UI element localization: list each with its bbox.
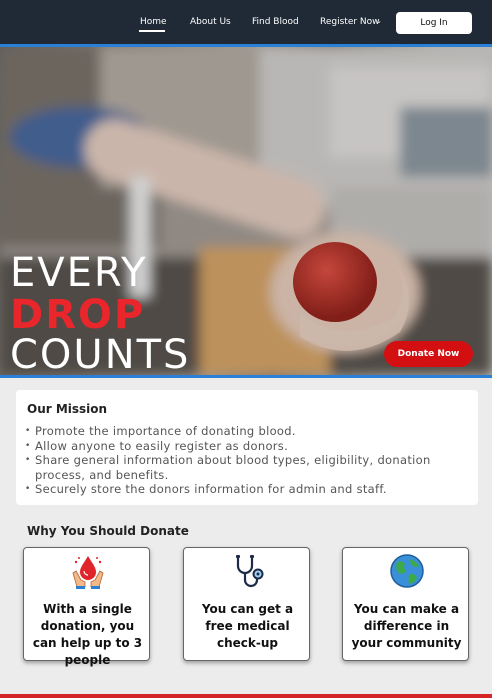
benefit-card-help-people: With a single donation, you can help up … [23, 547, 150, 667]
mission-list: Promote the importance of donating blood… [25, 424, 465, 497]
nav-register-dropdown[interactable]: Register Now [320, 17, 380, 27]
mission-item: Promote the importance of donating blood… [25, 424, 465, 439]
footer-accent-bar [0, 694, 492, 698]
hero-banner: EVERY DROP COUNTS Donate Now [0, 47, 492, 375]
hero-title-line2: DROP [10, 292, 146, 338]
nav-home-link[interactable]: Home [140, 17, 167, 27]
nav-find-blood-link[interactable]: Find Blood [252, 17, 299, 27]
mission-item: Share general information about blood ty… [25, 453, 465, 482]
benefit-card-text: You can make a difference in your commun… [351, 602, 462, 650]
benefit-card-text: You can get a free medical check-up [201, 602, 294, 650]
donate-now-button[interactable]: Donate Now [384, 341, 473, 367]
mission-item: Allow anyone to easily register as donor… [25, 439, 465, 454]
nav-about-link[interactable]: About Us [190, 17, 231, 27]
active-nav-underline [139, 30, 165, 32]
hero-title-line1: EVERY [10, 250, 148, 296]
chevron-down-icon[interactable]: ⌄ [376, 17, 382, 25]
top-navbar: Home About Us Find Blood Register Now ⌄ … [0, 0, 492, 44]
benefit-card-community: You can make a difference in your commun… [342, 547, 469, 661]
benefit-card-checkup: You can get a free medical check-up [183, 547, 310, 661]
stethoscope-icon [236, 554, 264, 588]
login-button[interactable]: Log In [396, 12, 472, 34]
mission-title: Our Mission [27, 402, 108, 416]
mission-item: Securely store the donors information fo… [25, 482, 465, 497]
mission-panel: Our Mission Promote the importance of do… [16, 390, 478, 505]
benefit-card-text: With a single donation, you can help up … [32, 602, 143, 667]
why-donate-title: Why You Should Donate [27, 524, 189, 538]
blood-drop-hands-icon [72, 556, 104, 589]
hero-accent-bar [0, 375, 492, 378]
globe-icon [390, 554, 424, 588]
hero-title-line3: COUNTS [10, 332, 191, 375]
